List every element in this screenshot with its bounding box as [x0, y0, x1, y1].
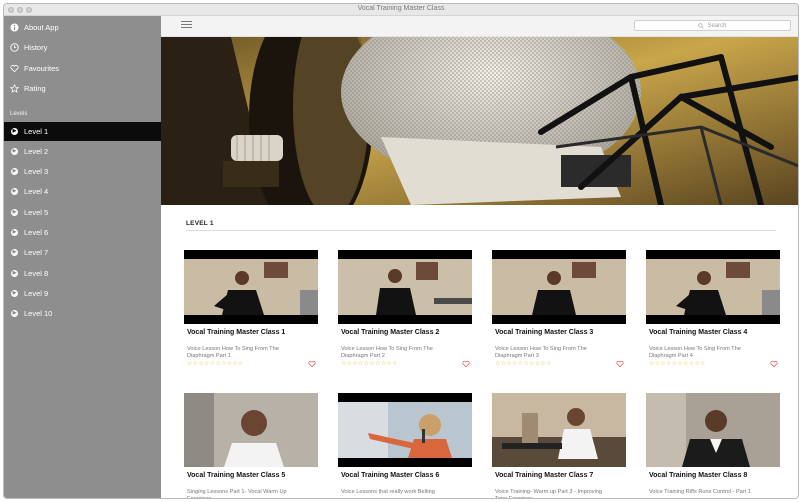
sidebar-item-level-1[interactable]: ▶ Level 1 — [4, 122, 161, 141]
video-title: Vocal Training Master Class 7 — [495, 472, 594, 479]
video-title: Vocal Training Master Class 2 — [341, 329, 440, 336]
play-icon: ▶ — [11, 310, 18, 317]
video-description: Voice Lesson How To Sing From The Diaphr… — [649, 346, 741, 359]
sidebar-item-level-9[interactable]: ▶ Level 9 — [4, 284, 161, 303]
play-icon: ▶ — [11, 290, 18, 297]
video-description: Voice Lessons that really work Belting — [341, 489, 435, 495]
sidebar-item-history[interactable]: History — [4, 38, 161, 57]
video-description: Voice Lesson How To Sing From The Diaphr… — [187, 346, 279, 359]
levels-heading: Levels — [10, 111, 28, 117]
sidebar-item-level-3[interactable]: ▶ Level 3 — [4, 162, 161, 181]
favourite-heart-icon[interactable] — [462, 360, 470, 368]
play-icon: ▶ — [11, 229, 18, 236]
video-description: Singing Lessons Part 1- Vocal Warm Up Ex… — [187, 489, 287, 498]
sidebar: About App History Favourites Rating Leve… — [4, 16, 161, 498]
heart-icon — [10, 64, 19, 73]
sidebar-item-label: Level 6 — [24, 228, 49, 237]
info-icon — [10, 23, 19, 32]
favourite-heart-icon[interactable] — [616, 360, 624, 368]
sidebar-item-label: About App — [24, 23, 59, 32]
video-title: Vocal Training Master Class 1 — [187, 329, 286, 336]
play-icon: ▶ — [11, 148, 18, 155]
rating-stars[interactable]: ☆☆☆☆☆☆☆☆☆☆ — [187, 360, 244, 367]
favourite-heart-icon[interactable] — [770, 360, 778, 368]
video-thumbnail — [646, 250, 780, 324]
sidebar-item-level-4[interactable]: ▶ Level 4 — [4, 182, 161, 201]
search-icon — [698, 22, 705, 29]
video-title: Vocal Training Master Class 4 — [649, 329, 748, 336]
favourite-heart-icon[interactable] — [308, 360, 316, 368]
rating-stars[interactable]: ☆☆☆☆☆☆☆☆☆☆ — [649, 360, 706, 367]
sidebar-item-label: History — [24, 43, 48, 52]
play-icon: ▶ — [11, 188, 18, 195]
window-title: Vocal Training Master Class — [357, 5, 445, 12]
video-thumbnail — [492, 250, 626, 324]
app-window: Vocal Training Master Class About App Hi… — [3, 3, 799, 499]
play-icon: ▶ — [11, 249, 18, 256]
video-title: Vocal Training Master Class 3 — [495, 329, 594, 336]
sidebar-item-level-10[interactable]: ▶ Level 10 — [4, 304, 161, 323]
video-description: Voice Lesson How To Sing From The Diaphr… — [495, 346, 587, 359]
hero-banner-microphone-image — [161, 37, 798, 205]
sidebar-item-label: Level 2 — [24, 147, 49, 156]
sidebar-item-about-app[interactable]: About App — [4, 18, 161, 37]
sidebar-item-label: Level 3 — [24, 167, 49, 176]
rating-stars[interactable]: ☆☆☆☆☆☆☆☆☆☆ — [495, 360, 552, 367]
video-thumbnail — [184, 250, 318, 324]
play-icon: ▶ — [11, 209, 18, 216]
video-thumbnail — [338, 393, 472, 467]
sidebar-item-label: Level 4 — [24, 187, 49, 196]
sidebar-item-level-5[interactable]: ▶ Level 5 — [4, 203, 161, 222]
search-input[interactable]: Search — [634, 20, 791, 31]
section-divider — [186, 230, 776, 231]
rating-stars[interactable]: ☆☆☆☆☆☆☆☆☆☆ — [341, 360, 398, 367]
sidebar-item-level-2[interactable]: ▶ Level 2 — [4, 142, 161, 161]
sidebar-item-label: Level 5 — [24, 208, 49, 217]
sidebar-item-label: Favourites — [24, 64, 60, 73]
sidebar-item-rating[interactable]: Rating — [4, 79, 161, 98]
video-title: Vocal Training Master Class 8 — [649, 472, 748, 479]
sidebar-item-level-6[interactable]: ▶ Level 6 — [4, 223, 161, 242]
video-description: Voice Lesson How To Sing From The Diaphr… — [341, 346, 433, 359]
video-title: Vocal Training Master Class 6 — [341, 472, 440, 479]
sidebar-item-level-8[interactable]: ▶ Level 8 — [4, 264, 161, 283]
play-icon: ▶ — [11, 270, 18, 277]
video-description: Voice Training Riffs Runs Control - Part… — [649, 489, 751, 495]
sidebar-item-label: Level 1 — [24, 127, 49, 136]
search-placeholder: Search — [707, 22, 727, 29]
clock-icon — [10, 43, 19, 52]
sidebar-item-label: Level 7 — [24, 248, 49, 257]
main-content: Search LEVEL 1 Vocal Training Master Cla… — [161, 16, 798, 498]
video-thumbnail — [184, 393, 318, 467]
video-thumbnail — [492, 393, 626, 467]
section-title: LEVEL 1 — [186, 220, 214, 227]
sidebar-item-label: Level 9 — [24, 289, 49, 298]
sidebar-item-level-7[interactable]: ▶ Level 7 — [4, 243, 161, 262]
video-thumbnail — [646, 393, 780, 467]
video-title: Vocal Training Master Class 5 — [187, 472, 286, 479]
sidebar-item-label: Level 10 — [24, 309, 53, 318]
star-icon — [10, 84, 19, 93]
hamburger-menu-icon[interactable] — [181, 21, 192, 30]
play-icon: ▶ — [11, 128, 18, 135]
play-icon: ▶ — [11, 168, 18, 175]
toolbar: Search — [161, 16, 798, 37]
video-description: Voice Training- Warm up Part 3 - Improvi… — [495, 489, 603, 498]
sidebar-item-label: Level 8 — [24, 269, 49, 278]
video-thumbnail — [338, 250, 472, 324]
sidebar-item-label: Rating — [24, 84, 46, 93]
title-bar: Vocal Training Master Class — [4, 4, 798, 16]
sidebar-item-favourites[interactable]: Favourites — [4, 59, 161, 78]
